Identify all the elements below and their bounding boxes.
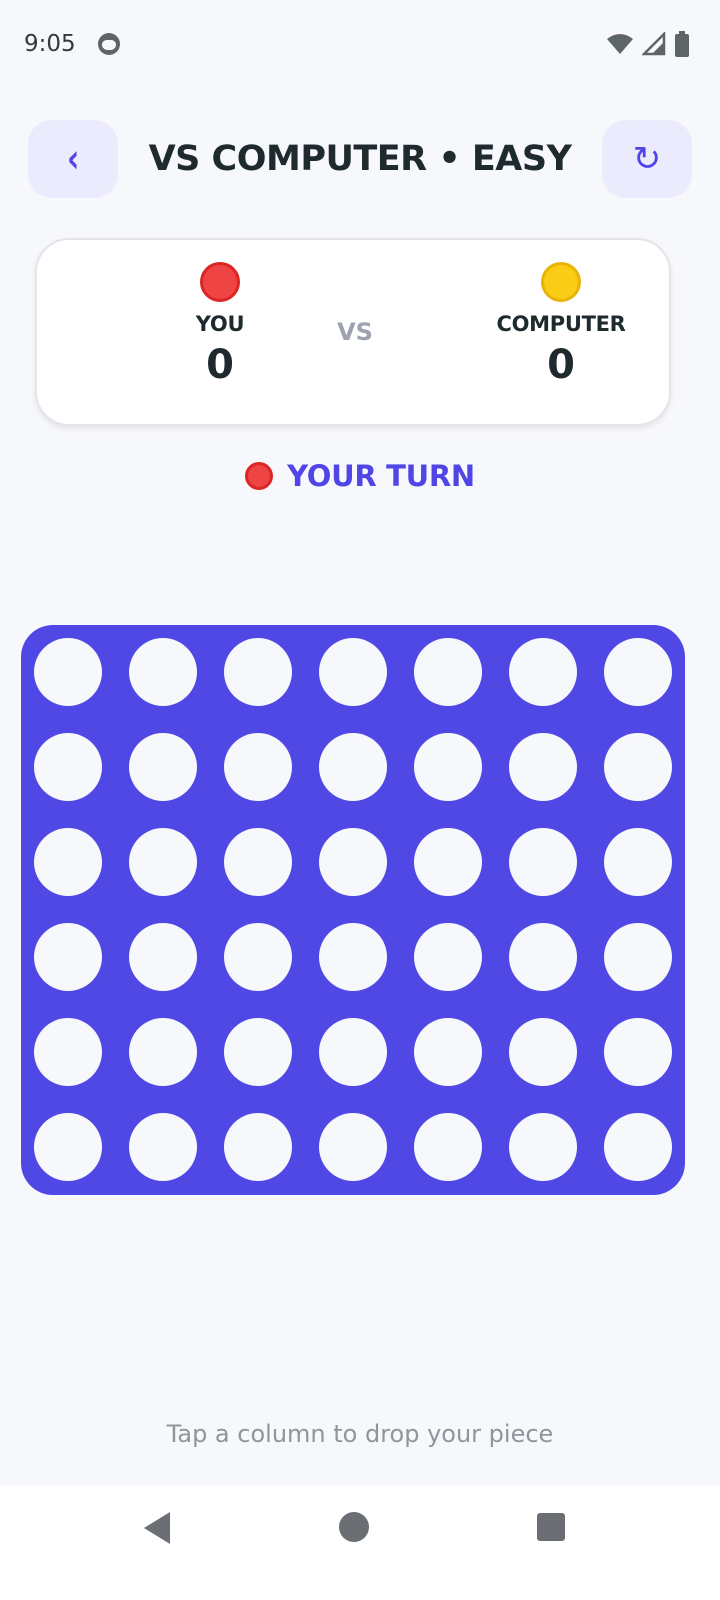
score-card: YOU 0 VS COMPUTER 0 [35, 238, 671, 426]
board-cell[interactable] [604, 1113, 672, 1181]
board-cell[interactable] [34, 828, 102, 896]
board-cell[interactable] [414, 1113, 482, 1181]
board-cell[interactable] [34, 1113, 102, 1181]
board-cell[interactable] [509, 733, 577, 801]
board-cell[interactable] [129, 1018, 197, 1086]
board-cell[interactable] [319, 638, 387, 706]
player-name: YOU [195, 312, 245, 336]
board-cell[interactable] [414, 1018, 482, 1086]
board-cell[interactable] [604, 923, 672, 991]
board-cell[interactable] [224, 923, 292, 991]
board-cell[interactable] [34, 733, 102, 801]
restart-icon: ↻ [632, 139, 662, 179]
board-cell[interactable] [129, 733, 197, 801]
board-cell[interactable] [319, 828, 387, 896]
player-you: YOU 0 [120, 262, 320, 388]
turn-label: YOUR TURN [287, 459, 475, 493]
turn-indicator: YOUR TURN [0, 456, 720, 496]
board-cell[interactable] [414, 923, 482, 991]
red-disc-icon [245, 462, 274, 490]
board-cell[interactable] [509, 1113, 577, 1181]
page-title: VS COMPUTER • EASY [148, 139, 572, 179]
board-cell[interactable] [319, 923, 387, 991]
board-cell[interactable] [224, 1018, 292, 1086]
battery-icon [675, 31, 689, 57]
board-cell[interactable] [604, 733, 672, 801]
board-cell[interactable] [414, 828, 482, 896]
vs-label: VS [337, 318, 373, 346]
nav-back-icon[interactable] [144, 1512, 170, 1544]
board-cell[interactable] [319, 1113, 387, 1181]
game-board[interactable] [21, 625, 685, 1195]
red-disc-icon [200, 262, 240, 302]
board-cell[interactable] [34, 923, 102, 991]
board-cell[interactable] [129, 828, 197, 896]
yellow-disc-icon [541, 262, 581, 302]
board-cell[interactable] [414, 733, 482, 801]
header: ‹ VS COMPUTER • EASY ↻ [28, 120, 692, 198]
board-cell[interactable] [414, 638, 482, 706]
board-cell[interactable] [129, 1113, 197, 1181]
nav-home-icon[interactable] [339, 1512, 369, 1542]
board-cell[interactable] [319, 1018, 387, 1086]
board-cell[interactable] [224, 828, 292, 896]
board-cell[interactable] [509, 828, 577, 896]
nav-recents-icon[interactable] [537, 1513, 565, 1541]
notification-face-icon [97, 33, 120, 55]
restart-button[interactable]: ↻ [602, 120, 692, 198]
board-cell[interactable] [604, 1018, 672, 1086]
board-cell[interactable] [224, 638, 292, 706]
status-left: 9:05 [24, 31, 120, 57]
player-computer: COMPUTER 0 [461, 262, 661, 388]
status-right [606, 31, 690, 57]
board-cell[interactable] [129, 923, 197, 991]
signal-icon [642, 32, 666, 56]
board-cell[interactable] [319, 733, 387, 801]
back-icon: ‹ [66, 136, 80, 182]
navigation-bar [0, 1486, 720, 1600]
board-cell[interactable] [34, 638, 102, 706]
back-button[interactable]: ‹ [28, 120, 118, 198]
board-cell[interactable] [129, 638, 197, 706]
wifi-icon [607, 34, 633, 54]
board-cell[interactable] [509, 638, 577, 706]
board-cell[interactable] [604, 638, 672, 706]
player-score: 0 [547, 342, 575, 388]
board-cell[interactable] [224, 1113, 292, 1181]
hint-text: Tap a column to drop your piece [166, 1420, 554, 1448]
board-cell[interactable] [509, 1018, 577, 1086]
player-score: 0 [206, 342, 234, 388]
board-cell[interactable] [509, 923, 577, 991]
status-bar: 9:05 [0, 0, 720, 88]
board-cell[interactable] [34, 1018, 102, 1086]
player-name: COMPUTER [496, 312, 626, 336]
board-cell[interactable] [604, 828, 672, 896]
board-cell[interactable] [224, 733, 292, 801]
status-time: 9:05 [24, 31, 76, 57]
